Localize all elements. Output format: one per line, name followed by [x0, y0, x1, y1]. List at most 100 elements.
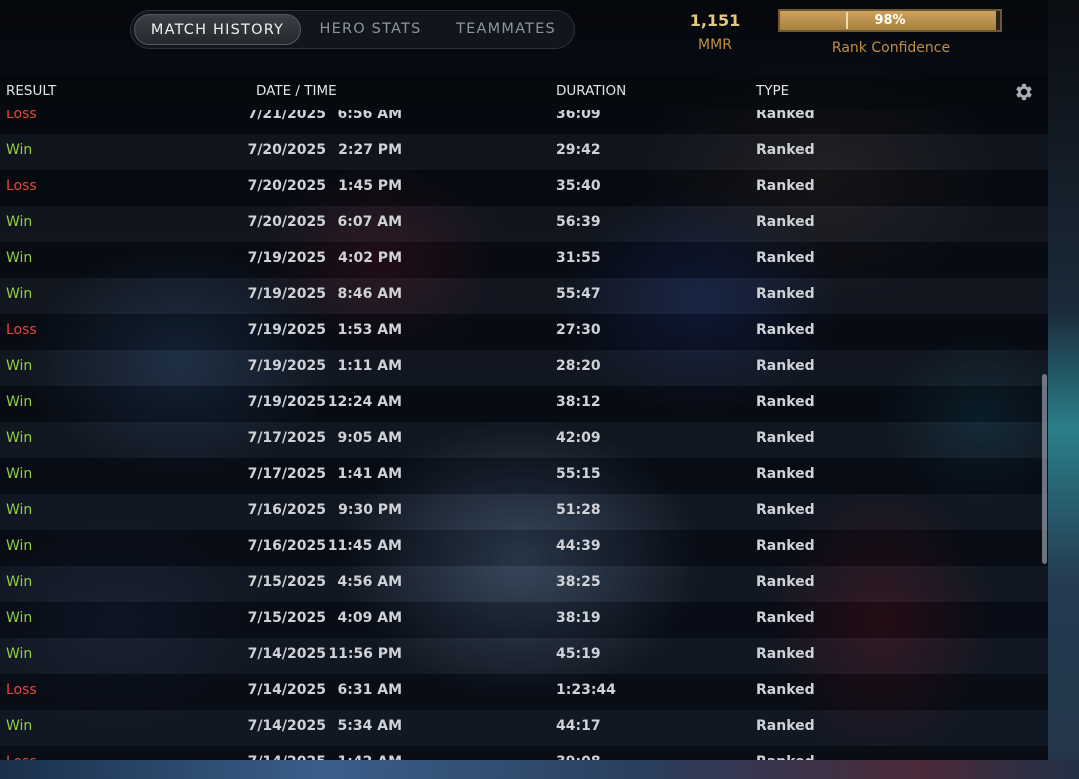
- result-cell: Win: [6, 214, 33, 230]
- duration-cell: 27:30: [556, 322, 601, 338]
- result-cell: Loss: [6, 110, 37, 122]
- type-cell: Ranked: [756, 538, 815, 554]
- time-cell: 4:09 AM: [337, 610, 402, 626]
- date-cell: 7/19/2025: [247, 394, 326, 410]
- time-cell: 11:45 AM: [327, 538, 402, 554]
- result-cell: Win: [6, 466, 33, 482]
- table-row[interactable]: Loss 7/19/2025 1:53 AM 27:30 Ranked: [0, 314, 1048, 350]
- duration-cell: 36:09: [556, 110, 601, 122]
- time-cell: 2:27 PM: [338, 142, 402, 158]
- background-edge: [1048, 0, 1079, 779]
- result-cell: Win: [6, 574, 33, 590]
- duration-cell: 44:39: [556, 538, 601, 554]
- table-row[interactable]: Loss 7/21/2025 6:56 AM 36:09 Ranked: [0, 110, 1048, 134]
- type-cell: Ranked: [756, 322, 815, 338]
- date-cell: 7/19/2025: [247, 358, 326, 374]
- result-cell: Win: [6, 358, 33, 374]
- table-row[interactable]: Win 7/19/2025 4:02 PM 31:55 Ranked: [0, 242, 1048, 278]
- match-list[interactable]: Loss 7/21/2025 6:56 AM 36:09 Ranked Win 7/20/2…: [0, 110, 1048, 760]
- date-cell: 7/19/2025: [247, 322, 326, 338]
- duration-cell: 28:20: [556, 358, 601, 374]
- header-date-time[interactable]: DATE / TIME: [256, 83, 337, 99]
- table-row[interactable]: Win 7/14/2025 11:56 PM 45:19 Ranked: [0, 638, 1048, 674]
- rank-confidence-bar: 98%: [778, 9, 1002, 32]
- table-row[interactable]: Win 7/14/2025 5:34 AM 44:17 Ranked: [0, 710, 1048, 746]
- duration-cell: 45:19: [556, 646, 601, 662]
- result-cell: Win: [6, 394, 33, 410]
- result-cell: Win: [6, 142, 33, 158]
- time-cell: 8:46 AM: [337, 286, 402, 302]
- date-cell: 7/20/2025: [247, 142, 326, 158]
- tab-match-history[interactable]: MATCH HISTORY: [134, 14, 301, 45]
- result-cell: Win: [6, 286, 33, 302]
- type-cell: Ranked: [756, 574, 815, 590]
- date-cell: 7/14/2025: [247, 718, 326, 734]
- table-row[interactable]: Win 7/15/2025 4:09 AM 38:19 Ranked: [0, 602, 1048, 638]
- header-duration[interactable]: DURATION: [556, 83, 626, 99]
- duration-cell: 55:47: [556, 286, 601, 302]
- date-cell: 7/15/2025: [247, 610, 326, 626]
- date-cell: 7/19/2025: [247, 250, 326, 266]
- scrollbar-thumb[interactable]: [1042, 374, 1047, 564]
- type-cell: Ranked: [756, 358, 815, 374]
- date-cell: 7/14/2025: [247, 646, 326, 662]
- rank-confidence-label: Rank Confidence: [831, 40, 951, 56]
- type-cell: Ranked: [756, 610, 815, 626]
- table-row[interactable]: Win 7/20/2025 2:27 PM 29:42 Ranked: [0, 134, 1048, 170]
- date-cell: 7/15/2025: [247, 574, 326, 590]
- type-cell: Ranked: [756, 214, 815, 230]
- time-cell: 1:11 AM: [337, 358, 402, 374]
- table-row[interactable]: Win 7/17/2025 9:05 AM 42:09 Ranked: [0, 422, 1048, 458]
- table-row[interactable]: Win 7/15/2025 4:56 AM 38:25 Ranked: [0, 566, 1048, 602]
- mmr-display: 1,151 MMR: [684, 10, 746, 53]
- date-cell: 7/14/2025: [247, 682, 326, 698]
- table-header: RESULT DATE / TIME DURATION TYPE: [0, 74, 1048, 110]
- table-row[interactable]: Win 7/16/2025 9:30 PM 51:28 Ranked: [0, 494, 1048, 530]
- time-cell: 12:24 AM: [327, 394, 402, 410]
- bottom-edge: [0, 760, 1079, 779]
- header-type[interactable]: TYPE: [756, 83, 789, 99]
- result-cell: Loss: [6, 322, 37, 338]
- date-cell: 7/16/2025: [247, 502, 326, 518]
- table-row[interactable]: Win 7/19/2025 12:24 AM 38:12 Ranked: [0, 386, 1048, 422]
- duration-cell: 55:15: [556, 466, 601, 482]
- date-cell: 7/20/2025: [247, 214, 326, 230]
- time-cell: 11:56 PM: [328, 646, 402, 662]
- date-cell: 7/20/2025: [247, 178, 326, 194]
- table-row[interactable]: Loss 7/14/2025 6:31 AM 1:23:44 Ranked: [0, 674, 1048, 710]
- time-cell: 6:56 AM: [337, 110, 402, 122]
- table-row[interactable]: Loss7/14/20251:42 AM39:08Ranked: [0, 746, 1048, 760]
- duration-cell: 29:42: [556, 142, 601, 158]
- tab-hero-stats[interactable]: HERO STATS: [301, 14, 440, 45]
- type-cell: Ranked: [756, 394, 815, 410]
- match-list-content: Loss 7/21/2025 6:56 AM 36:09 Ranked Win 7/20/2…: [0, 110, 1048, 760]
- result-cell: Win: [6, 430, 33, 446]
- tab-teammates[interactable]: TEAMMATES: [440, 14, 572, 45]
- type-cell: Ranked: [756, 646, 815, 662]
- time-cell: 6:07 AM: [337, 214, 402, 230]
- time-cell: 4:02 PM: [338, 250, 402, 266]
- time-cell: 9:05 AM: [337, 430, 402, 446]
- result-cell: Win: [6, 646, 33, 662]
- rank-confidence-percent: 98%: [874, 13, 906, 28]
- time-cell: 4:56 AM: [337, 574, 402, 590]
- duration-cell: 38:25: [556, 574, 601, 590]
- type-cell: Ranked: [756, 466, 815, 482]
- mmr-value: 1,151: [689, 11, 741, 30]
- duration-cell: 42:09: [556, 430, 601, 446]
- date-cell: 7/17/2025: [247, 466, 326, 482]
- header-result[interactable]: RESULT: [6, 83, 56, 99]
- duration-cell: 56:39: [556, 214, 601, 230]
- table-row[interactable]: Win 7/16/2025 11:45 AM 44:39 Ranked: [0, 530, 1048, 566]
- table-row[interactable]: Win 7/20/2025 6:07 AM 56:39 Ranked: [0, 206, 1048, 242]
- type-cell: Ranked: [756, 682, 815, 698]
- result-cell: Win: [6, 538, 33, 554]
- type-cell: Ranked: [756, 142, 815, 158]
- table-row[interactable]: Loss 7/20/2025 1:45 PM 35:40 Ranked: [0, 170, 1048, 206]
- gear-icon[interactable]: [1013, 81, 1035, 103]
- table-row[interactable]: Win 7/17/2025 1:41 AM 55:15 Ranked: [0, 458, 1048, 494]
- table-row[interactable]: Win 7/19/2025 1:11 AM 28:20 Ranked: [0, 350, 1048, 386]
- type-cell: Ranked: [756, 286, 815, 302]
- type-cell: Ranked: [756, 718, 815, 734]
- table-row[interactable]: Win 7/19/2025 8:46 AM 55:47 Ranked: [0, 278, 1048, 314]
